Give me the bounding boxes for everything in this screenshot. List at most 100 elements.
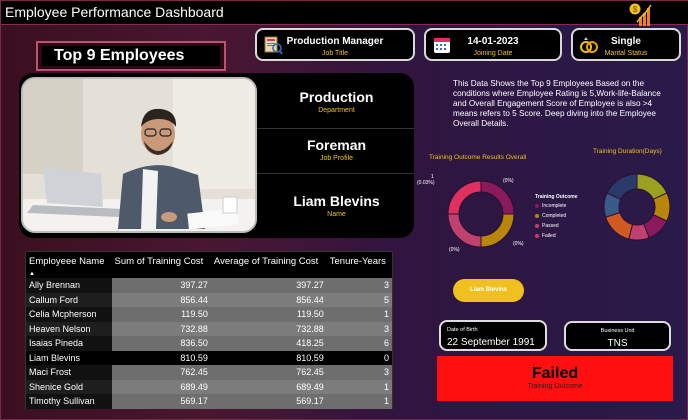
legend-item[interactable]: Passed (535, 223, 578, 229)
job-profile-value: Foreman (306, 137, 367, 153)
rings-icon (580, 37, 598, 53)
svg-text:$: $ (633, 5, 638, 14)
employee-name-cell: Shenice Gold (26, 379, 112, 394)
legend-item[interactable]: Failed (535, 233, 578, 239)
table-row[interactable]: Timothy Sullivan 569.17 569.17 1 (26, 394, 392, 409)
tenure-cell: 1 (326, 307, 392, 322)
date-of-birth-value: 22 September 1991 (447, 337, 535, 348)
department-value: Production (299, 89, 374, 105)
employee-name-cell: Heaven Nelson (26, 321, 112, 336)
training-outcome-box: Failed Training Outcome (437, 356, 673, 401)
tenure-cell: 3 (326, 365, 392, 380)
cost-cell: 119.50 (111, 307, 211, 322)
column-header-sum-cost[interactable]: Sum of Training Cost (112, 252, 211, 278)
donut-label: (0%) (449, 247, 460, 253)
donut-label: (0%) (513, 241, 524, 247)
donut-slice[interactable] (447, 213, 482, 248)
donut-slice[interactable] (604, 211, 634, 240)
job-title-card: Production Manager Job Title (255, 28, 415, 61)
cost-cell: 418.25 (210, 336, 327, 351)
marital-status-card: Single Marital Status (571, 28, 681, 61)
employee-panel: Production Department Foreman Job Profil… (19, 73, 414, 238)
cost-cell: 569.17 (210, 394, 327, 409)
table-row[interactable]: Shenice Gold 689.49 689.49 1 (26, 379, 392, 394)
dashboard-title: Employee Performance Dashboard (5, 4, 224, 20)
employee-name-cell: Callum Ford (26, 292, 112, 307)
legend-item[interactable]: Completed (535, 213, 578, 219)
duration-chart-title: Training Duration(Days) (593, 148, 662, 155)
table-row[interactable]: Liam Blevins 810.59 810.59 0 (26, 350, 392, 365)
training-outcome-value: Failed (531, 365, 579, 382)
column-header-tenure[interactable]: Tenure-Years (327, 252, 392, 278)
department-label: Department (318, 107, 355, 114)
performance-chart-icon: $ (629, 3, 652, 26)
table-header-row: Employeee Name ▲ Sum of Training Cost Ave… (26, 252, 392, 278)
donut-label: (0%) (503, 178, 514, 184)
legend-title: Training Outcome (535, 194, 578, 200)
legend-swatch (535, 204, 539, 208)
donut-slice[interactable] (447, 180, 482, 215)
employee-name-cell: Celia Mcpherson (26, 307, 112, 322)
tenure-cell: 1 (326, 379, 392, 394)
dashboard-frame: Employee Performance Dashboard $ Product… (0, 0, 688, 420)
divider (257, 128, 414, 129)
cost-cell: 856.44 (111, 292, 211, 307)
employee-name-cell: Timothy Sullivan (26, 394, 112, 409)
tenure-cell: 3 (326, 278, 392, 293)
employee-table: Employeee Name ▲ Sum of Training Cost Ave… (25, 251, 393, 409)
calendar-icon (434, 38, 450, 53)
table-row[interactable]: Maci Frost 762.45 762.45 3 (26, 365, 392, 380)
cost-cell: 397.27 (111, 278, 211, 293)
donut-slice[interactable] (480, 180, 515, 215)
department-block: Production Department (259, 89, 414, 114)
cost-cell: 397.27 (210, 278, 327, 293)
cost-cell: 732.88 (111, 321, 211, 336)
table-row[interactable]: Ally Brennan 397.27 397.27 3 (26, 278, 392, 293)
cost-cell: 689.49 (210, 379, 327, 394)
cost-cell: 762.45 (210, 365, 327, 380)
table-row[interactable]: Isaias Pineda 836.50 418.25 6 (26, 336, 392, 351)
legend-label: Incomplete (542, 203, 567, 209)
title-bar: Employee Performance Dashboard $ (1, 1, 688, 26)
employee-photo (21, 77, 257, 233)
outcome-legend: Training Outcome Incomplete Completed Pa… (535, 194, 578, 243)
legend-item[interactable]: Incomplete (535, 203, 578, 209)
employee-name-cell: Isaias Pineda (26, 336, 112, 351)
employee-name-cell: Ally Brennan (26, 278, 112, 293)
top-employees-heading-box: Top 9 Employees (36, 41, 226, 71)
table-row[interactable]: Callum Ford 856.44 856.44 5 (26, 292, 392, 307)
job-title-icon (264, 36, 283, 55)
training-duration-donut[interactable] (602, 172, 672, 242)
legend-label: Failed (542, 233, 556, 239)
business-unit-label: Business Unit (600, 328, 635, 334)
donut-slice[interactable] (606, 173, 638, 201)
tenure-cell: 1 (326, 394, 392, 409)
tenure-cell: 0 (326, 350, 392, 365)
job-profile-block: Foreman Job Profile (259, 137, 414, 162)
description-text: This Data Shows the Top 9 Employees Base… (453, 79, 661, 128)
employee-filter-button[interactable]: Liam Blevins (453, 279, 524, 302)
column-header-name[interactable]: Employeee Name ▲ (26, 252, 112, 278)
date-of-birth-label: Date of Birth (447, 327, 478, 333)
legend-label: Completed (542, 213, 567, 219)
table-row[interactable]: Heaven Nelson 732.88 732.88 3 (26, 321, 392, 336)
employee-name-cell: Maci Frost (26, 365, 112, 380)
top-employees-heading: Top 9 Employees (42, 46, 220, 66)
cost-cell: 732.88 (210, 321, 327, 336)
legend-swatch (535, 224, 539, 228)
cost-cell: 810.59 (111, 350, 211, 365)
tenure-cell: 5 (326, 292, 392, 307)
tenure-cell: 3 (326, 321, 392, 336)
joining-date-card: 14-01-2023 Joining Date (424, 28, 562, 61)
cost-cell: 569.17 (111, 394, 211, 409)
name-block: Liam Blevins Name (259, 193, 414, 218)
training-outcome-label: Training Outcome (527, 383, 583, 390)
donut-slice[interactable] (480, 213, 515, 248)
divider (257, 173, 414, 174)
column-header-avg-cost[interactable]: Average of Training Cost (211, 252, 327, 278)
business-unit-value: TNS (607, 338, 628, 349)
cost-cell: 856.44 (210, 292, 327, 307)
employee-photo-illustration (23, 79, 255, 231)
column-header-label: Employeee Name (29, 256, 105, 267)
table-row[interactable]: Celia Mcpherson 119.50 119.50 1 (26, 307, 392, 322)
